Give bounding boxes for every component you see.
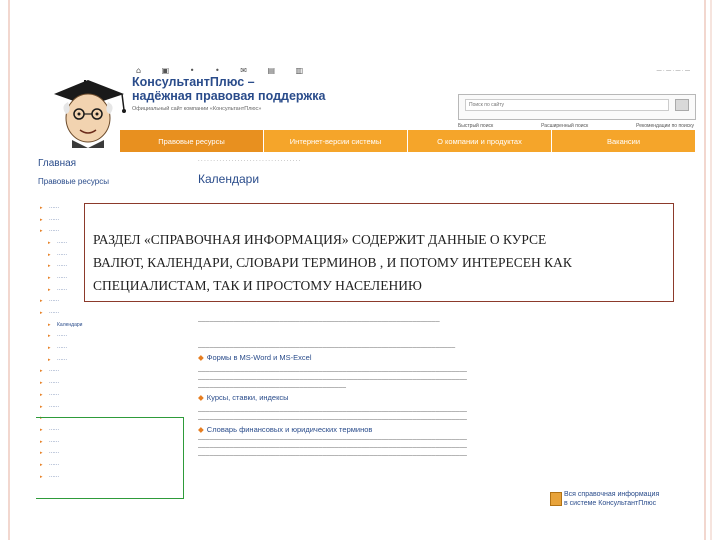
sidebar-item[interactable]: ▸ ······: [40, 354, 186, 366]
sidebar-item[interactable]: ▸ ······: [40, 342, 186, 354]
brand-line2: надёжная правовая поддержка: [132, 89, 326, 103]
brand-name: КонсультантПлюс – надёжная правовая подд…: [132, 75, 325, 103]
sidebar-item[interactable]: ▸ ······: [40, 377, 186, 389]
search-button[interactable]: [675, 99, 689, 111]
arrow-icon: ▸: [48, 321, 51, 328]
sitemap-icon[interactable]: ▤: [268, 66, 276, 75]
callout-line2: ВАЛЮТ, КАЛЕНДАРИ, СЛОВАРИ ТЕРМИНОВ , И П…: [93, 255, 572, 270]
link-rates[interactable]: ◆ Курсы, ставки, индексы: [198, 392, 696, 404]
brand-line1: КонсультантПлюс –: [132, 75, 255, 89]
link-forms[interactable]: ◆ Формы в MS-Word и MS-Excel: [198, 352, 696, 364]
sidebar-item[interactable]: ▸ ······: [40, 401, 186, 413]
sidebar-item-calendars[interactable]: ▸ Календари: [40, 319, 186, 331]
arrow-icon: ▸: [40, 380, 43, 387]
arrow-icon: ▸: [48, 356, 51, 363]
sidebar-item[interactable]: ▸ ······: [40, 389, 186, 401]
content-text: ────────────────────────────────────────…: [198, 409, 467, 415]
search-panel: [458, 94, 696, 120]
nav-tab-legal-resources[interactable]: Правовые ресурсы: [120, 130, 264, 152]
sidebar-subtitle[interactable]: Правовые ресурсы: [38, 177, 186, 186]
sidebar-item[interactable]: ▸ ······: [40, 331, 186, 343]
print-icon[interactable]: ▣: [162, 66, 170, 75]
arrow-icon: ▸: [40, 228, 43, 235]
top-icon-bar: ⌂ ▣ • • ✉ ▤ ▥: [136, 66, 321, 75]
arrow-icon: ▸: [48, 333, 51, 340]
arrow-icon: ▸: [40, 310, 43, 317]
arrow-icon: ▸: [40, 391, 43, 398]
arrow-icon: ▸: [40, 403, 43, 410]
arrow-icon: ▸: [40, 368, 43, 375]
search-tab-tips[interactable]: Рекомендации по поиску: [636, 123, 694, 129]
arrow-icon: ▸: [40, 298, 43, 305]
sidebar-title[interactable]: Главная: [38, 158, 186, 169]
link-label: Формы в MS-Word и MS-Excel: [206, 353, 312, 362]
top-links[interactable]: — · — · — · —: [657, 68, 690, 74]
bullet-icon: ◆: [198, 425, 204, 434]
sidebar: Главная Правовые ресурсы ▸ ······ ▸ ······…: [36, 158, 186, 499]
footer-line2: в системе КонсультантПлюс: [564, 500, 657, 507]
bullet-icon: ◆: [198, 353, 204, 362]
arrow-icon: ▸: [48, 251, 51, 258]
home-icon[interactable]: ⌂: [136, 66, 141, 75]
callout-line3: СПЕЦИАЛИСТАМ, ТАК И ПРОСТОМУ НАСЕЛЕНИЮ: [93, 278, 422, 293]
link-label: Словарь финансовых и юридических термино…: [206, 425, 373, 434]
footer-text: Вся справочная информация в системе Конс…: [564, 490, 659, 508]
sidebar-highlight-frame: [36, 417, 184, 499]
content-text: ────────────────────────────────────────…: [198, 453, 467, 459]
callout-line1: РАЗДЕЛ «СПРАВОЧНАЯ ИНФОРМАЦИЯ» СОДЕРЖИТ …: [93, 232, 547, 247]
dot-icon[interactable]: •: [215, 66, 220, 75]
sidebar-item[interactable]: ▸ ······: [40, 366, 186, 378]
content-text: ────────────────────────────────────────…: [198, 345, 456, 351]
search-tab-advanced[interactable]: Расширенный поиск: [541, 123, 588, 129]
content-text: ────────────────────────────────────────…: [198, 437, 467, 443]
dot-icon[interactable]: •: [190, 66, 195, 75]
contact-icon[interactable]: ▥: [296, 66, 304, 75]
link-label: Курсы, ставки, индексы: [206, 393, 289, 402]
breadcrumb[interactable]: · · · · · · · · · · · · · · · · · · · · …: [198, 158, 696, 168]
main-navbar: Правовые ресурсы Интернет-версии системы…: [120, 130, 696, 152]
content-text: ────────────────────────────────────────…: [198, 319, 440, 325]
sidebar-item-label: Календари: [57, 321, 83, 328]
content-text: ──────────────────────────────────────: [198, 385, 347, 391]
slide-border-right: [704, 0, 706, 540]
nav-tab-online-versions[interactable]: Интернет-версии системы: [264, 130, 408, 152]
nav-tab-vacancies[interactable]: Вакансии: [552, 130, 696, 152]
content-text: ────────────────────────────────────────…: [198, 445, 467, 451]
slide-border-left: [8, 0, 10, 540]
mail-icon[interactable]: ✉: [240, 66, 247, 75]
link-dictionary[interactable]: ◆ Словарь финансовых и юридических термин…: [198, 424, 696, 436]
arrow-icon: ▸: [48, 274, 51, 281]
nav-tab-about[interactable]: О компании и продуктах: [408, 130, 552, 152]
callout-box: РАЗДЕЛ «СПРАВОЧНАЯ ИНФОРМАЦИЯ» СОДЕРЖИТ …: [84, 203, 674, 302]
arrow-icon: ▸: [48, 239, 51, 246]
arrow-icon: ▸: [48, 263, 51, 270]
footer-link-all-info[interactable]: Вся справочная информация в системе Конс…: [546, 486, 696, 514]
sidebar-item[interactable]: ▸ ······: [40, 307, 186, 319]
search-tabs: Быстрый поиск Расширенный поиск Рекоменд…: [458, 123, 694, 129]
arrow-icon: ▸: [40, 204, 43, 211]
book-icon: [550, 492, 562, 506]
bullet-icon: ◆: [198, 393, 204, 402]
brand-subtitle: Официальный сайт компании «КонсультантПл…: [132, 106, 262, 112]
page-title: Календари: [198, 172, 260, 186]
search-input[interactable]: [465, 99, 669, 111]
professor-face-logo: [54, 80, 126, 148]
content-text: ────────────────────────────────────────…: [198, 417, 467, 423]
content-text: ────────────────────────────────────────…: [198, 369, 467, 375]
arrow-icon: ▸: [48, 286, 51, 293]
slide-border-right-inner: [710, 0, 712, 540]
search-tab-quick[interactable]: Быстрый поиск: [458, 123, 493, 129]
arrow-icon: ▸: [48, 345, 51, 352]
arrow-icon: ▸: [40, 216, 43, 223]
footer-line1: Вся справочная информация: [564, 491, 660, 498]
content-text: ────────────────────────────────────────…: [198, 377, 467, 383]
